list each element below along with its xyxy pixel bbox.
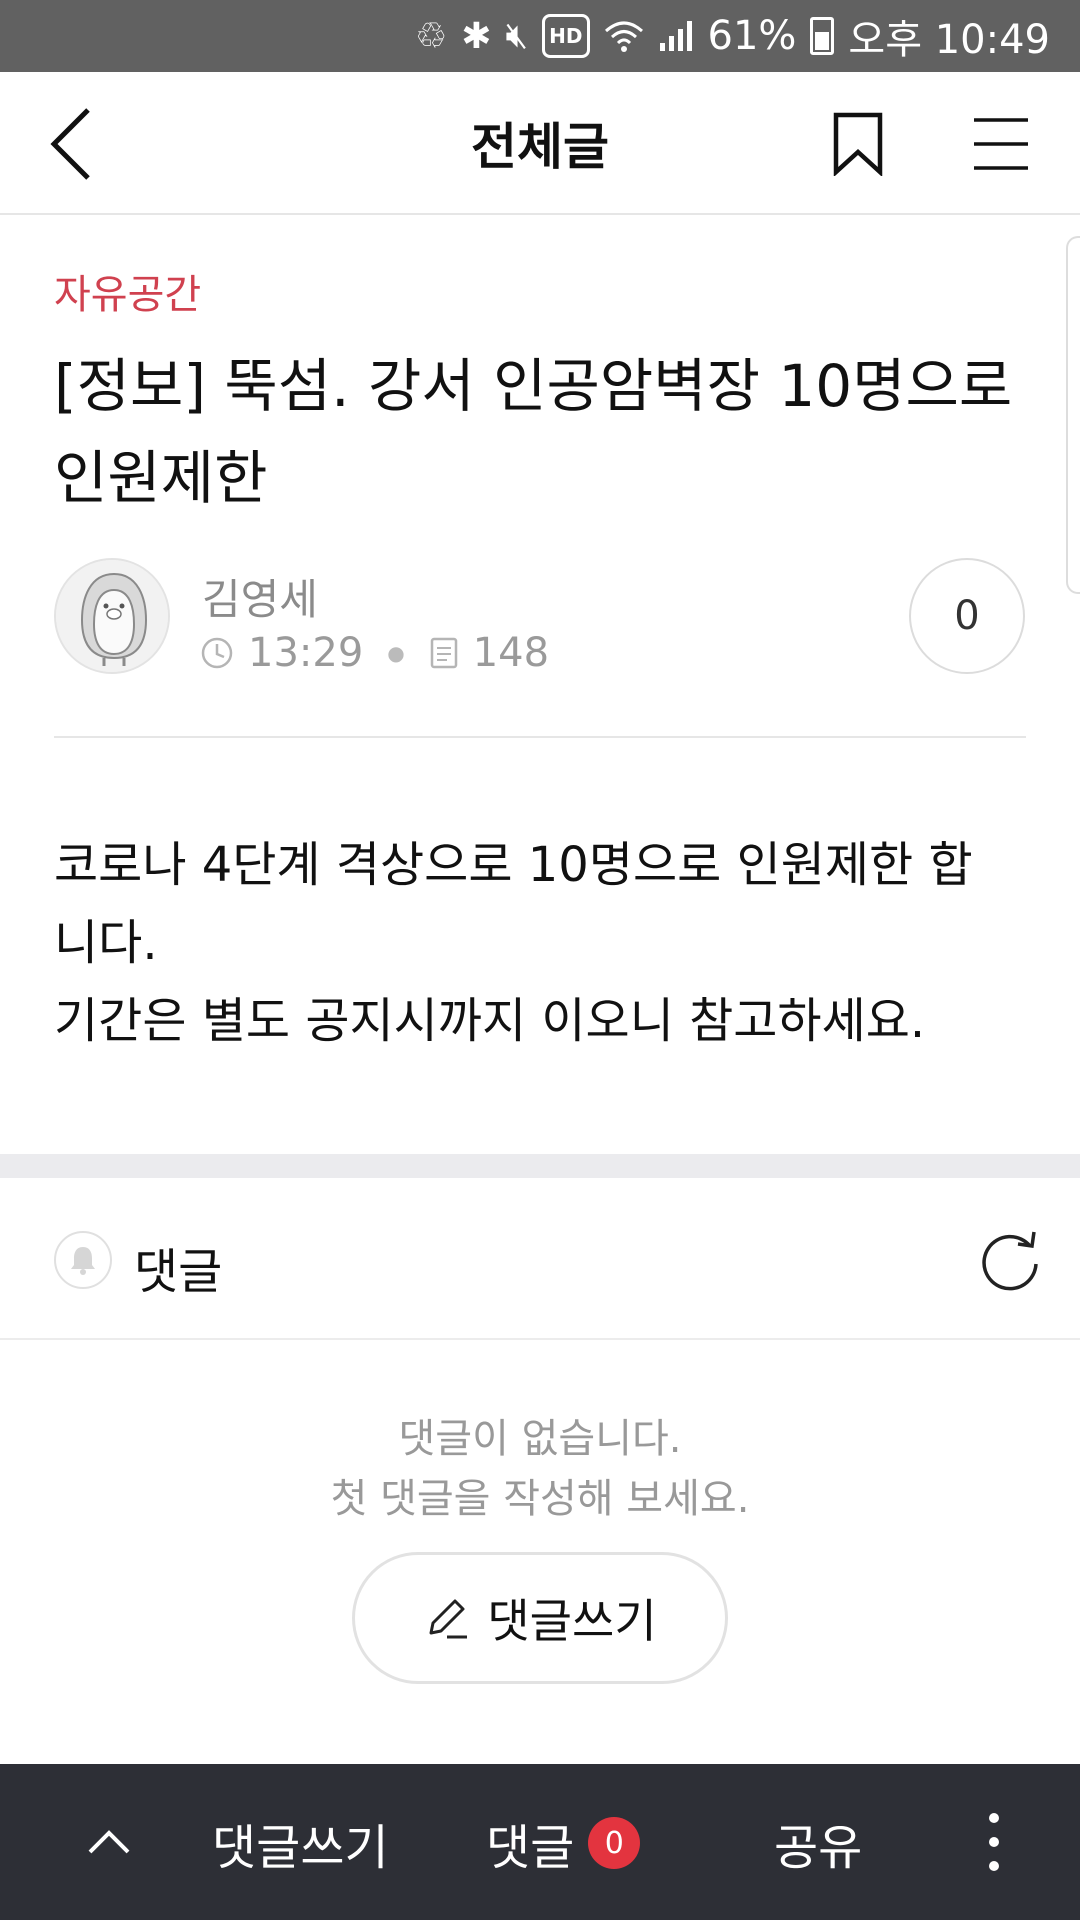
hd-icon: HD: [542, 14, 590, 58]
scroll-indicator[interactable]: [1066, 236, 1080, 594]
more-options-icon[interactable]: [976, 1808, 1012, 1876]
bottom-comments-label: 댓글: [486, 1820, 575, 1876]
penguin-avatar-icon: [56, 560, 168, 672]
post-time: 13:29: [248, 630, 364, 676]
battery-icon: [810, 17, 835, 55]
bluetooth-icon: ✱: [461, 15, 492, 57]
signal-icon: [658, 14, 694, 58]
no-comments-text: 댓글이 없습니다.: [398, 1416, 682, 1462]
wifi-icon: [604, 14, 644, 58]
bell-icon[interactable]: [54, 1231, 112, 1289]
write-comment-button[interactable]: 댓글쓰기: [352, 1552, 728, 1684]
post-body: 코로나 4단계 격상으로 10명으로 인원제한 합 니다. 기간은 별도 공지시…: [54, 826, 1034, 1060]
refresh-icon[interactable]: [978, 1226, 1042, 1292]
comment-count-badge: 0: [588, 1817, 641, 1869]
data-saver-icon: ♲: [415, 15, 448, 57]
page-title: 전체글: [471, 117, 609, 176]
first-comment-prompt: 첫 댓글을 작성해 보세요.: [330, 1476, 750, 1522]
meta-separator: ●: [387, 641, 405, 665]
section-divider: [0, 1154, 1080, 1178]
avatar[interactable]: [54, 558, 170, 674]
pencil-icon: [429, 1599, 468, 1639]
bookmark-icon[interactable]: [832, 112, 884, 176]
post-meta: 13:29 ● 148: [200, 630, 549, 676]
chevron-up-icon[interactable]: [86, 1814, 132, 1870]
post-category[interactable]: 자유공간: [54, 262, 201, 320]
mute-icon: 🔇︎: [505, 15, 529, 56]
post-body-line-2: 니다.: [54, 915, 158, 971]
post-body-line-1: 코로나 4단계 격상으로 10명으로 인원제한 합: [54, 837, 973, 893]
top-app-bar: 전체글: [0, 72, 1080, 215]
like-count-button[interactable]: 0: [909, 558, 1025, 674]
bottom-action-bar: 댓글쓰기 댓글 0 공유: [0, 1764, 1080, 1920]
bottom-comments-button[interactable]: 댓글 0: [486, 1808, 641, 1878]
post-body-line-3: 기간은 별도 공지시까지 이오니 참고하세요.: [54, 993, 926, 1049]
menu-icon[interactable]: [972, 114, 1030, 174]
views-icon: [430, 637, 457, 669]
comments-title: 댓글: [134, 1244, 223, 1300]
battery-percent: 61%: [707, 13, 797, 59]
back-icon[interactable]: [44, 106, 114, 182]
write-comment-label: 댓글쓰기: [487, 1594, 657, 1648]
bottom-write-comment-button[interactable]: 댓글쓰기: [212, 1808, 389, 1878]
share-button[interactable]: 공유: [774, 1808, 862, 1878]
author-name[interactable]: 김영세: [202, 566, 318, 627]
post-title: [정보] 뚝섬. 강서 인공암벽장 10명으로 인원제한: [54, 340, 1034, 524]
post-title-line-1: [정보] 뚝섬. 강서 인공암벽장 10명으로: [54, 352, 1013, 420]
post-title-line-2: 인원제한: [54, 444, 268, 512]
comments-header: 댓글: [0, 1178, 1080, 1340]
status-bar: ♲ ✱ 🔇︎ HD 61% 오후 10:49: [0, 0, 1080, 72]
clock: 오후 10:49: [848, 17, 1050, 63]
post-views: 148: [472, 630, 550, 676]
divider: [54, 736, 1026, 738]
clock-icon: [201, 637, 233, 669]
